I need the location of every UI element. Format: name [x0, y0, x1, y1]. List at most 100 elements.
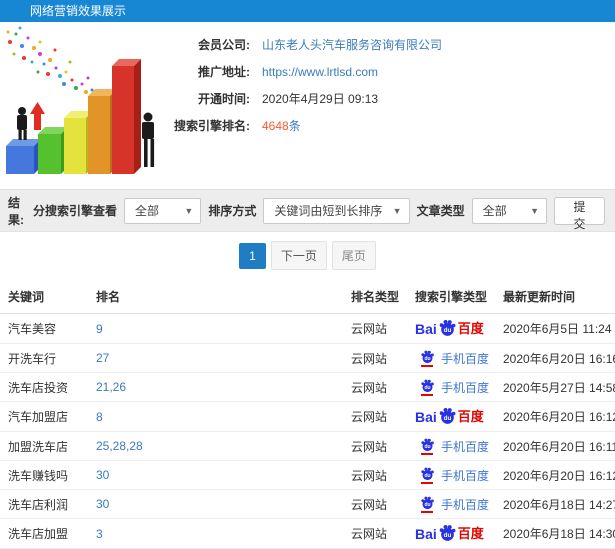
chevron-down-icon: ▼ — [530, 205, 540, 216]
keyword-cell: 洗车赚钱吗 — [0, 460, 88, 490]
mobile-baidu-logo: du 手机百度 — [415, 466, 489, 484]
keyword-cell: 加盟洗车店 — [0, 431, 88, 461]
engine-cell: Bai du 百度 — [407, 313, 495, 344]
table-row: 洗车店利润 30 云网站 du 手机百度 2020年6月18日 14:27 — [0, 489, 615, 519]
rank-type-cell: 云网站 — [343, 431, 407, 461]
svg-text:du: du — [424, 356, 430, 362]
baidu-logo: Bai du 百度 — [415, 524, 484, 543]
mobile-baidu-logo: du 手机百度 — [415, 378, 489, 396]
col-header-rank: 排名 — [88, 279, 343, 314]
sort-select-value: 关键词由短到长排序 — [274, 204, 383, 218]
rank-cell[interactable]: 21,26 — [88, 372, 343, 402]
table-row: 开洗车行 27 云网站 du 手机百度 2020年6月20日 16:16 — [0, 343, 615, 373]
info-section: 会员公司: 山东老人头汽车服务咨询有限公司 推广地址: https://www.… — [0, 22, 615, 189]
rank-cell[interactable]: 9 — [88, 313, 343, 344]
updated-time-cell: 2020年6月20日 16:12 — [495, 401, 615, 432]
confetti-dots — [6, 26, 94, 94]
rank-cell[interactable]: 25,28,28 — [88, 431, 343, 461]
table-row: 加盟洗车店 25,28,28 云网站 du 手机百度 2020年6月20日 16… — [0, 431, 615, 461]
table-row: 汽车加盟店 8 云网站 Bai du 百度 2020年6月20日 16:12 — [0, 401, 615, 432]
next-page-button[interactable]: 下一页 — [270, 241, 327, 270]
last-page-button[interactable]: 尾页 — [331, 241, 376, 270]
updated-time-cell: 2020年6月5日 11:24 — [495, 313, 615, 344]
rank-cell[interactable]: 27 — [88, 343, 343, 373]
company-name[interactable]: 山东老人头汽车服务咨询有限公司 — [262, 37, 442, 53]
baidu-paw-icon: du — [439, 524, 456, 541]
page-button-current[interactable]: 1 — [239, 242, 266, 269]
engine-cell: du 手机百度 — [407, 343, 495, 373]
filter-controls: 分搜索引擎查看 全部 ▼ 排序方式 关键词由短到长排序 ▼ 文章类型 全部 ▼ … — [32, 196, 605, 231]
rank-type-cell: 云网站 — [343, 489, 407, 519]
company-label: 会员公司: — [198, 38, 250, 52]
type-filter-label: 文章类型 — [416, 204, 465, 218]
rank-cell[interactable]: 30 — [88, 489, 343, 519]
updated-time-cell: 2020年6月18日 14:27 — [495, 489, 615, 519]
rank-cell[interactable]: 3 — [88, 518, 343, 549]
chevron-down-icon: ▼ — [184, 205, 194, 216]
rank-type-cell: 云网站 — [343, 343, 407, 373]
baidu-logo: Bai du 百度 — [415, 407, 484, 426]
table-row: 洗车店加盟 3 云网站 Bai du 百度 2020年6月18日 14:30 — [0, 518, 615, 549]
table-row: 洗车赚钱吗 30 云网站 du 手机百度 2020年6月20日 16:12 — [0, 460, 615, 490]
submit-button[interactable]: 提交 — [554, 196, 605, 231]
rank-count: 4648 — [262, 119, 289, 133]
engine-cell: du 手机百度 — [407, 372, 495, 402]
svg-text:du: du — [443, 327, 451, 334]
updated-time-cell: 2020年6月20日 16:11 — [495, 431, 615, 461]
col-header-rank-type: 排名类型 — [343, 279, 407, 314]
col-header-updated: 最新更新时间 — [495, 279, 615, 314]
svg-text:du: du — [424, 502, 430, 508]
page-title: 网络营销效果展示 — [30, 4, 127, 18]
rank-unit[interactable]: 条 — [289, 119, 301, 133]
svg-text:du: du — [424, 473, 430, 479]
mobile-baidu-logo: du 手机百度 — [415, 437, 489, 455]
person-left — [17, 107, 27, 140]
updated-time-cell: 2020年6月18日 14:30 — [495, 518, 615, 549]
engine-cell: du 手机百度 — [407, 431, 495, 461]
article-type-select[interactable]: 全部 ▼ — [471, 197, 548, 224]
svg-text:du: du — [424, 444, 430, 450]
rank-type-cell: 云网站 — [343, 401, 407, 432]
results-table: 关键词 排名 排名类型 搜索引擎类型 最新更新时间 汽车美容 9 云网站 Bai… — [0, 279, 615, 549]
bar-chart-illustration — [0, 22, 168, 189]
table-header-row: 关键词 排名 排名类型 搜索引擎类型 最新更新时间 — [0, 279, 615, 314]
engine-cell: du 手机百度 — [407, 489, 495, 519]
col-header-keyword: 关键词 — [0, 279, 88, 314]
updated-time-cell: 2020年5月27日 14:58 — [495, 372, 615, 402]
rank-type-cell: 云网站 — [343, 518, 407, 549]
engine-cell: du 手机百度 — [407, 460, 495, 490]
sort-select[interactable]: 关键词由短到长排序 ▼ — [263, 197, 410, 224]
up-arrow-icon — [30, 102, 45, 130]
engine-rank-value: 4648条 — [262, 118, 301, 134]
engine-cell: Bai du 百度 — [407, 518, 495, 549]
mobile-baidu-paw-icon: du — [419, 349, 435, 367]
rank-cell[interactable]: 30 — [88, 460, 343, 490]
sort-filter-label: 排序方式 — [208, 204, 257, 218]
updated-time-cell: 2020年6月20日 16:12 — [495, 460, 615, 490]
person-right — [142, 112, 155, 167]
info-fields: 会员公司: 山东老人头汽车服务咨询有限公司 推广地址: https://www.… — [168, 22, 615, 189]
keyword-cell: 洗车店加盟 — [0, 518, 88, 549]
rank-cell[interactable]: 8 — [88, 401, 343, 432]
promo-url-label: 推广地址: — [198, 65, 250, 79]
filter-bar: 结果: 分搜索引擎查看 全部 ▼ 排序方式 关键词由短到长排序 ▼ 文章类型 全… — [0, 189, 615, 232]
engine-rank-label: 搜索引擎排名: — [174, 119, 250, 133]
rank-type-cell: 云网站 — [343, 372, 407, 402]
chevron-down-icon: ▼ — [392, 205, 402, 216]
engine-filter-label: 分搜索引擎查看 — [32, 204, 117, 218]
page-header: 网络营销效果展示 — [0, 0, 615, 22]
article-type-select-value: 全部 — [482, 204, 507, 218]
table-row: 洗车店投资 21,26 云网站 du 手机百度 2020年5月27日 14:58 — [0, 372, 615, 402]
baidu-paw-icon: du — [439, 407, 456, 424]
svg-text:du: du — [443, 532, 451, 539]
keyword-cell: 开洗车行 — [0, 343, 88, 373]
promo-url-link[interactable]: https://www.lrtlsd.com — [262, 64, 378, 80]
engine-select[interactable]: 全部 ▼ — [123, 197, 202, 224]
engine-cell: Bai du 百度 — [407, 401, 495, 432]
rank-type-cell: 云网站 — [343, 460, 407, 490]
mobile-baidu-logo: du 手机百度 — [415, 349, 489, 367]
mobile-baidu-paw-icon: du — [419, 378, 435, 396]
mobile-baidu-logo: du 手机百度 — [415, 495, 489, 513]
keyword-cell: 汽车加盟店 — [0, 401, 88, 432]
mobile-baidu-paw-icon: du — [419, 466, 435, 484]
